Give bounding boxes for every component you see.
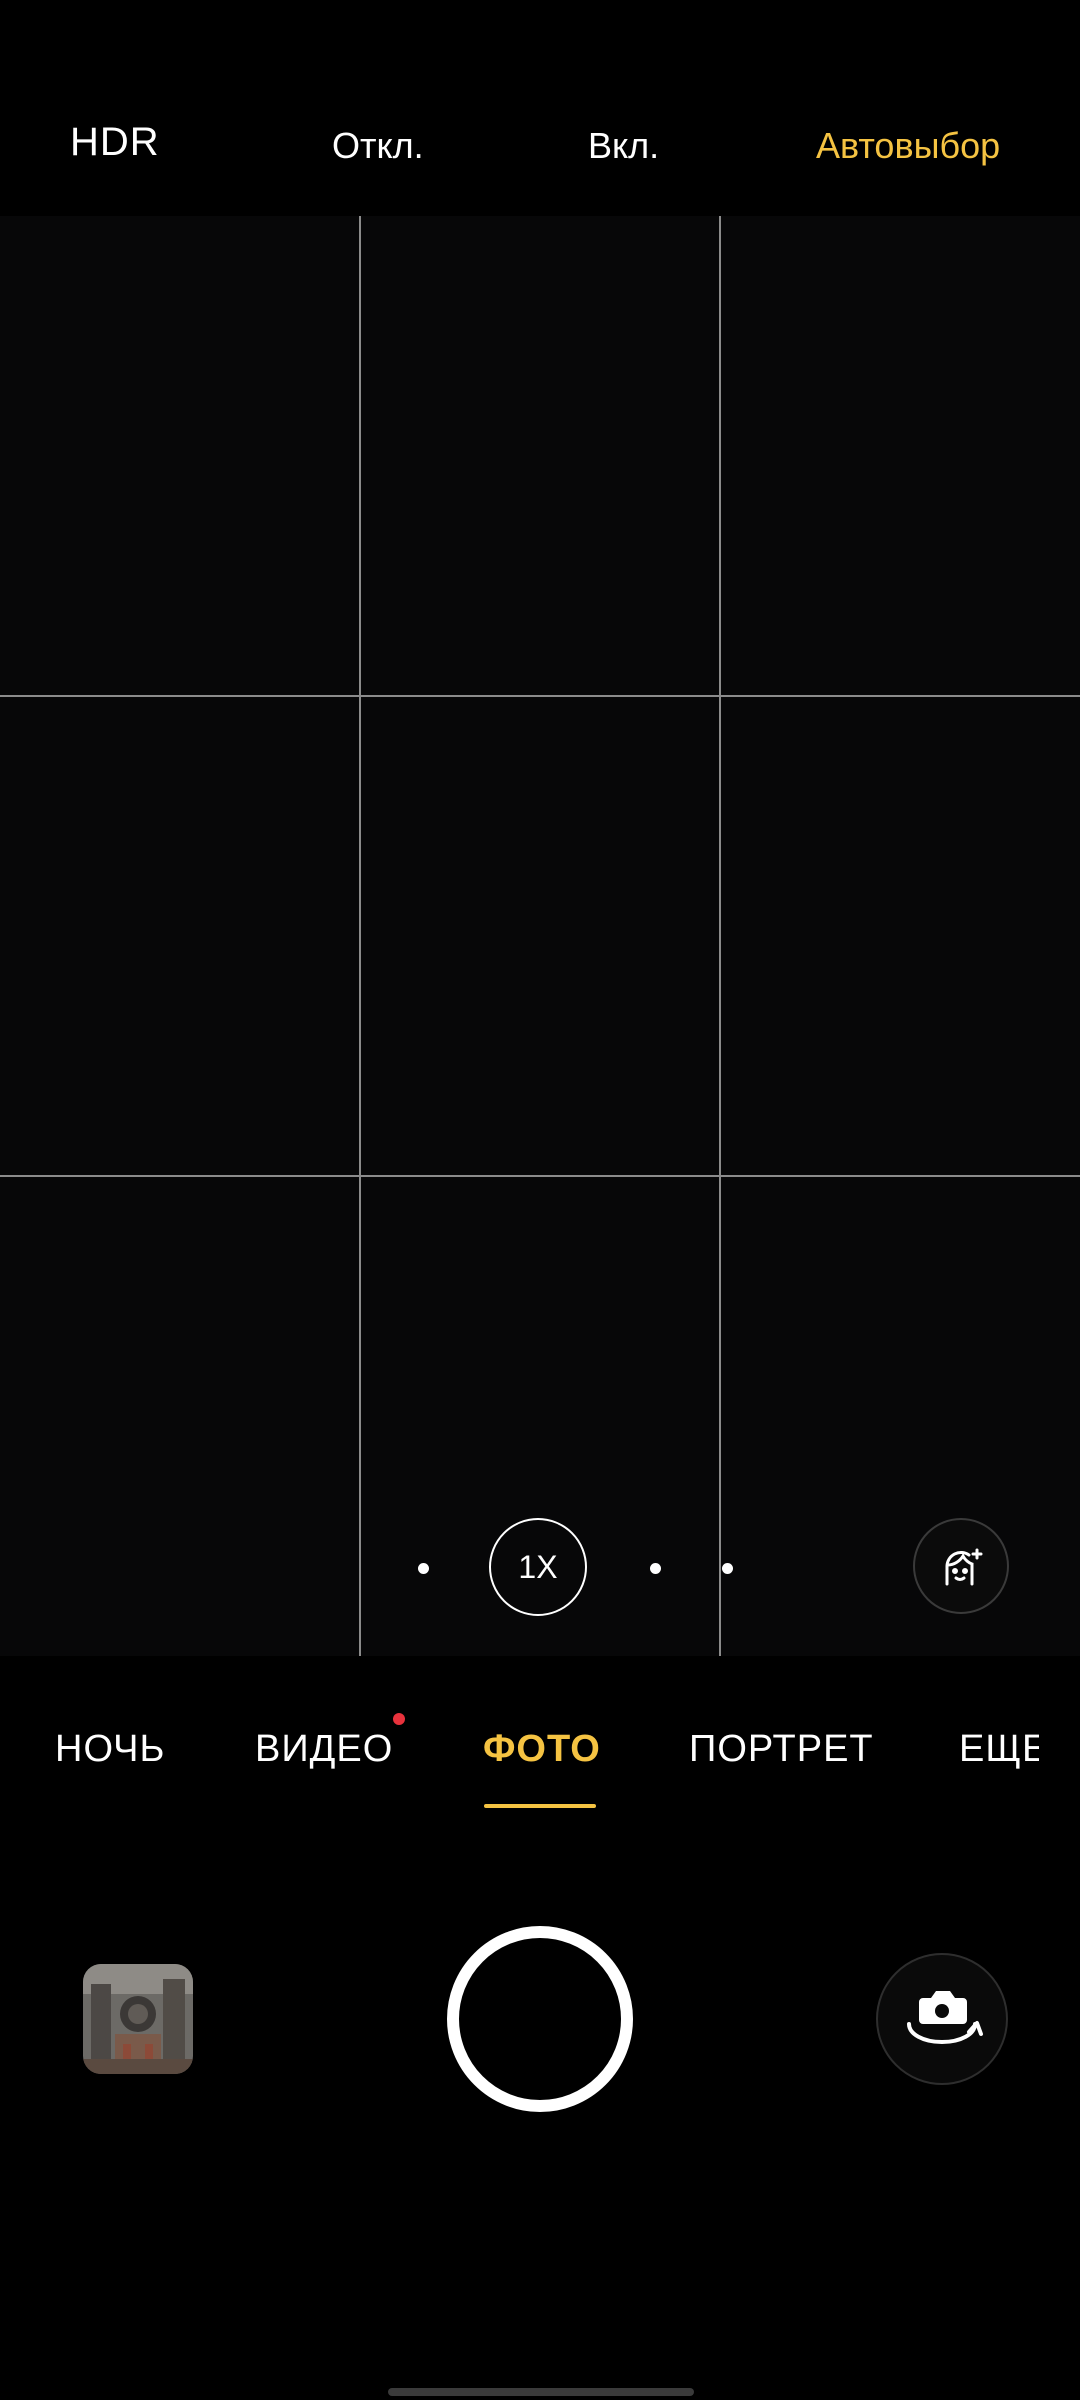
zoom-level-dot[interactable]	[418, 1563, 429, 1574]
viewfinder[interactable]	[0, 216, 1080, 1656]
mode-more[interactable]: ЕЩЕ	[959, 1728, 1039, 1771]
mode-portrait[interactable]: ПОРТРЕТ	[689, 1728, 874, 1771]
mode-selected-indicator	[484, 1804, 596, 1808]
hdr-option-auto[interactable]: Автовыбор	[816, 125, 1000, 167]
switch-camera-button[interactable]	[876, 1953, 1008, 2085]
grid-line-horizontal	[0, 1175, 1080, 1177]
grid-line-vertical	[719, 216, 721, 1656]
beauty-button[interactable]	[913, 1518, 1009, 1614]
hdr-bar: HDR Откл. Вкл. Автовыбор	[0, 0, 1080, 216]
home-indicator[interactable]	[388, 2388, 694, 2396]
zoom-1x-button[interactable]: 1X	[489, 1518, 587, 1616]
mode-video[interactable]: ВИДЕО	[255, 1728, 393, 1771]
grid-line-vertical	[359, 216, 361, 1656]
shutter-button[interactable]	[447, 1926, 633, 2112]
new-badge-dot	[393, 1713, 405, 1725]
mode-night[interactable]: НОЧЬ	[55, 1728, 165, 1771]
camera-screen: HDR Откл. Вкл. Автовыбор 1X НОЧЬ ВИДЕО Ф…	[0, 0, 1080, 2400]
zoom-level-dot[interactable]	[722, 1563, 733, 1574]
hdr-option-on[interactable]: Вкл.	[588, 125, 659, 167]
gallery-thumbnail[interactable]	[83, 1964, 193, 2074]
hdr-label: HDR	[70, 120, 160, 164]
zoom-level-dot[interactable]	[650, 1563, 661, 1574]
gallery-thumbnail-image	[83, 1964, 193, 2074]
hdr-option-off[interactable]: Откл.	[332, 125, 424, 167]
beauty-face-icon	[945, 1548, 983, 1586]
grid-line-horizontal	[0, 695, 1080, 697]
switch-camera-icon	[907, 1991, 983, 2045]
mode-photo[interactable]: ФОТО	[483, 1728, 601, 1771]
